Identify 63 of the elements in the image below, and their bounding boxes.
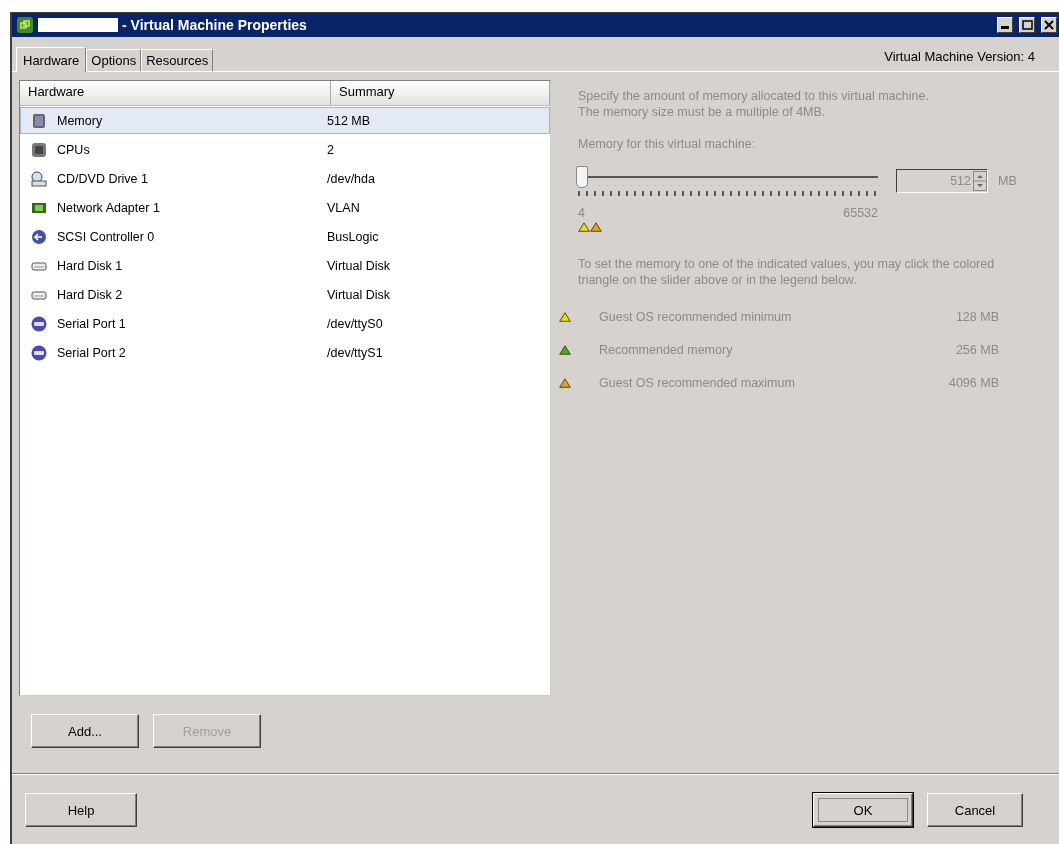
list-row[interactable]: Serial Port 2 /dev/ttyS1 (20, 339, 550, 366)
maximize-icon (1021, 20, 1033, 30)
cancel-button[interactable]: Cancel (927, 793, 1023, 827)
list-row[interactable]: CD/DVD Drive 1 /dev/hda (20, 165, 550, 192)
column-header[interactable]: Hardware (20, 81, 331, 105)
help-button[interactable]: Help (25, 793, 137, 827)
hardware-summary: /dev/hda (326, 171, 375, 186)
window-title: - Virtual Machine Properties (122, 17, 307, 33)
hardware-summary: VLAN (326, 200, 360, 215)
tab[interactable]: Hardware (16, 47, 87, 72)
cd-drive-icon (31, 170, 47, 187)
min-label: 4 (578, 206, 585, 220)
hardware-summary: Virtual Disk (326, 258, 390, 273)
hardware-name: Serial Port 2 (57, 345, 127, 360)
legend-label: Recommended memory (599, 343, 734, 357)
unit-label: MB (998, 173, 1017, 188)
legend-label: Guest OS recommended minimum (599, 310, 793, 324)
description-text: Specify the amount of memory allocated to this virtual machine. The memory size must be a multiple of 4MB. (578, 88, 930, 120)
tab[interactable]: Options (86, 49, 142, 72)
legend-value: 128 MB (954, 310, 999, 324)
legend-label: Guest OS recommended maximum (599, 376, 796, 390)
memory-chip-icon (31, 112, 47, 129)
hardware-summary: /dev/ttyS1 (326, 345, 383, 360)
hardware-name: Hard Disk 1 (57, 258, 124, 273)
hardware-summary: /dev/ttyS0 (326, 316, 383, 331)
hardware-name: Memory (57, 113, 104, 128)
list-row[interactable]: Serial Port 1 /dev/ttyS0 (20, 310, 550, 337)
hardware-name: CPUs (57, 142, 91, 157)
tab[interactable]: Resources (141, 49, 214, 72)
list-row[interactable]: SCSI Controller 0 BusLogic (20, 223, 550, 250)
hardware-summary: BusLogic (326, 229, 379, 244)
list-row[interactable]: CPUs 2 (20, 136, 550, 163)
legend-value: 256 MB (954, 343, 999, 357)
close-icon (1044, 20, 1054, 30)
hardware-summary: 2 (326, 142, 334, 157)
hardware-summary: 512 MB (326, 113, 371, 128)
hardware-name: Serial Port 1 (57, 316, 127, 331)
max-label: 65532 (843, 206, 878, 220)
slider-label: Memory for this virtual machine: (578, 137, 757, 151)
hint-text: To set the memory to one of the indicated values, you may click the colored triangle on the slider above or in the legend below. (578, 256, 996, 288)
list-row[interactable]: Network Adapter 1 VLAN (20, 194, 550, 221)
cpu-chip-icon (31, 141, 47, 158)
arrow-circle-icon (31, 228, 47, 245)
hardware-name: Hard Disk 2 (57, 287, 124, 302)
column-header[interactable]: Summary (331, 81, 550, 105)
minimize-icon (1001, 26, 1009, 29)
ok-button[interactable]: OK (813, 793, 913, 827)
serial-port-icon (31, 315, 47, 332)
version-label: Virtual Machine Version: 4 (884, 48, 1035, 64)
maximize-button[interactable] (1019, 17, 1035, 33)
list-row[interactable]: Hard Disk 1 Virtual Disk (20, 252, 550, 279)
serial-port-icon (31, 344, 47, 361)
list-row[interactable]: Memory 512 MB (20, 107, 550, 134)
list-row[interactable]: Hard Disk 2 Virtual Disk (20, 281, 550, 308)
app-icon (16, 16, 34, 34)
hardware-summary: Virtual Disk (326, 287, 390, 302)
close-button[interactable] (1041, 17, 1057, 33)
legend-value: 4096 MB (947, 376, 999, 390)
minimize-button[interactable] (997, 17, 1013, 33)
add-button[interactable]: Add... (31, 714, 139, 748)
hardware-name: CD/DVD Drive 1 (57, 171, 149, 186)
hardware-name: Network Adapter 1 (57, 200, 161, 215)
hardware-name: SCSI Controller 0 (57, 229, 156, 244)
